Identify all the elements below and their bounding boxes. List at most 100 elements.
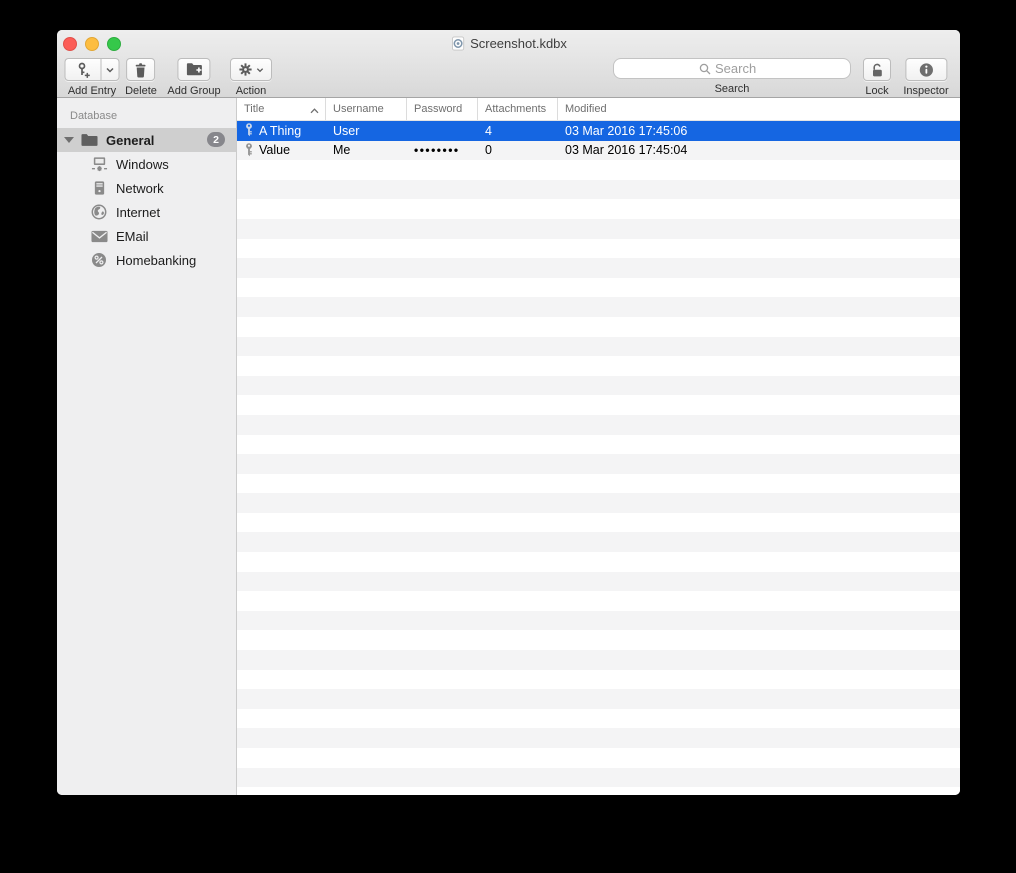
empty-row	[237, 474, 960, 494]
empty-row	[237, 179, 960, 200]
percent-icon	[90, 252, 108, 268]
empty-row	[237, 610, 960, 631]
gear-icon	[238, 62, 253, 77]
add-entry-label: Add Entry	[67, 85, 117, 97]
table-row[interactable]: A Thing User 4 03 Mar 2016 17:45:06	[237, 121, 960, 141]
empty-row	[237, 513, 960, 533]
empty-row	[237, 454, 960, 474]
sidebar-item-label: General	[106, 132, 155, 148]
empty-row	[237, 532, 960, 553]
folder-plus-icon	[185, 62, 203, 77]
empty-row	[237, 356, 960, 376]
table-header: Title Username Password Attachments Modi…	[237, 98, 960, 121]
sidebar-item-internet[interactable]: Internet	[57, 200, 236, 224]
sidebar-item-label: Homebanking	[116, 252, 197, 268]
entry-table: Title Username Password Attachments Modi…	[237, 98, 960, 795]
empty-row	[237, 414, 960, 435]
table-row[interactable]: Value Me •••••••• 0 03 Mar 2016 17:45:04	[237, 140, 960, 161]
empty-row	[237, 160, 960, 180]
empty-row	[237, 258, 960, 278]
lock-button[interactable]	[863, 58, 891, 81]
delete-label: Delete	[125, 85, 157, 97]
cell-title: Value	[237, 143, 326, 158]
sidebar-item-homebanking[interactable]: Homebanking	[57, 248, 236, 272]
add-entry-tool: Add Entry	[64, 58, 120, 97]
empty-row	[237, 748, 960, 768]
action-tool: Action	[230, 58, 272, 97]
cell-attachments: 4	[485, 123, 492, 138]
cell-title: A Thing	[237, 123, 326, 138]
sidebar-item-label: Internet	[116, 204, 161, 220]
empty-row	[237, 767, 960, 788]
entry-count-badge: 2	[207, 132, 225, 147]
document-proxy-icon[interactable]	[450, 36, 465, 51]
window-title: Screenshot.kdbx	[450, 35, 567, 52]
column-header-modified[interactable]: Modified	[558, 98, 960, 120]
empty-row	[237, 650, 960, 670]
search-label: Search	[714, 83, 750, 95]
disclosure-triangle-icon[interactable]	[64, 137, 74, 143]
sidebar-item-email[interactable]: EMail	[57, 224, 236, 248]
delete-tool: Delete	[125, 58, 157, 97]
cell-username: User	[333, 123, 360, 138]
empty-row	[237, 787, 960, 795]
sort-ascending-icon	[310, 105, 319, 117]
empty-row	[237, 630, 960, 650]
empty-row	[237, 336, 960, 357]
envelope-icon	[90, 228, 108, 244]
search-tool: Search	[613, 58, 851, 95]
key-icon	[245, 123, 253, 138]
empty-row	[237, 552, 960, 572]
column-header-password[interactable]: Password	[407, 98, 478, 120]
minimize-button[interactable]	[85, 37, 99, 51]
empty-row	[237, 297, 960, 317]
inspector-button[interactable]	[905, 58, 947, 81]
key-plus-icon	[76, 62, 91, 78]
empty-row	[237, 278, 960, 298]
inspector-label: Inspector	[903, 85, 949, 97]
toolbar: Screenshot.kdbx Add Entry Delete Add Gro…	[57, 30, 960, 98]
app-window: Screenshot.kdbx Add Entry Delete Add Gro…	[57, 30, 960, 795]
add-entry-dropdown-button[interactable]	[100, 58, 120, 81]
empty-row	[237, 375, 960, 396]
search-input[interactable]	[715, 61, 765, 76]
sidebar: Database General 2 Windows Network Inter…	[57, 98, 237, 795]
empty-row	[237, 317, 960, 337]
column-header-title[interactable]: Title	[237, 98, 326, 120]
cell-modified: 03 Mar 2016 17:45:06	[565, 123, 688, 138]
empty-row	[237, 689, 960, 709]
chevron-down-icon	[256, 67, 264, 73]
empty-row	[237, 395, 960, 415]
empty-row	[237, 199, 960, 219]
sidebar-item-windows[interactable]: Windows	[57, 152, 236, 176]
action-button[interactable]	[230, 58, 272, 81]
key-icon	[245, 143, 253, 158]
sidebar-item-network[interactable]: Network	[57, 176, 236, 200]
add-entry-button[interactable]	[64, 58, 101, 81]
search-field[interactable]	[613, 58, 851, 79]
sidebar-item-label: Network	[116, 180, 164, 196]
column-header-attachments[interactable]: Attachments	[478, 98, 558, 120]
trash-icon	[133, 62, 148, 78]
cell-modified: 03 Mar 2016 17:45:04	[565, 143, 688, 158]
add-group-tool: Add Group	[167, 58, 221, 97]
empty-row	[237, 239, 960, 259]
inspector-tool: Inspector	[903, 58, 949, 97]
sidebar-item-general[interactable]: General 2	[57, 128, 236, 152]
cell-attachments: 0	[485, 143, 492, 158]
delete-button[interactable]	[126, 58, 156, 81]
lock-tool: Lock	[863, 58, 891, 97]
zoom-button[interactable]	[107, 37, 121, 51]
column-header-username[interactable]: Username	[326, 98, 407, 120]
window-title-text: Screenshot.kdbx	[470, 36, 567, 51]
add-group-button[interactable]	[177, 58, 211, 81]
cell-username: Me	[333, 143, 351, 158]
globe-icon	[90, 204, 108, 220]
cell-password: ••••••••	[414, 143, 460, 158]
info-icon	[918, 62, 934, 78]
action-label: Action	[235, 85, 267, 97]
lock-label: Lock	[865, 85, 889, 97]
sidebar-item-label: Windows	[116, 156, 169, 172]
close-button[interactable]	[63, 37, 77, 51]
empty-row	[237, 728, 960, 748]
